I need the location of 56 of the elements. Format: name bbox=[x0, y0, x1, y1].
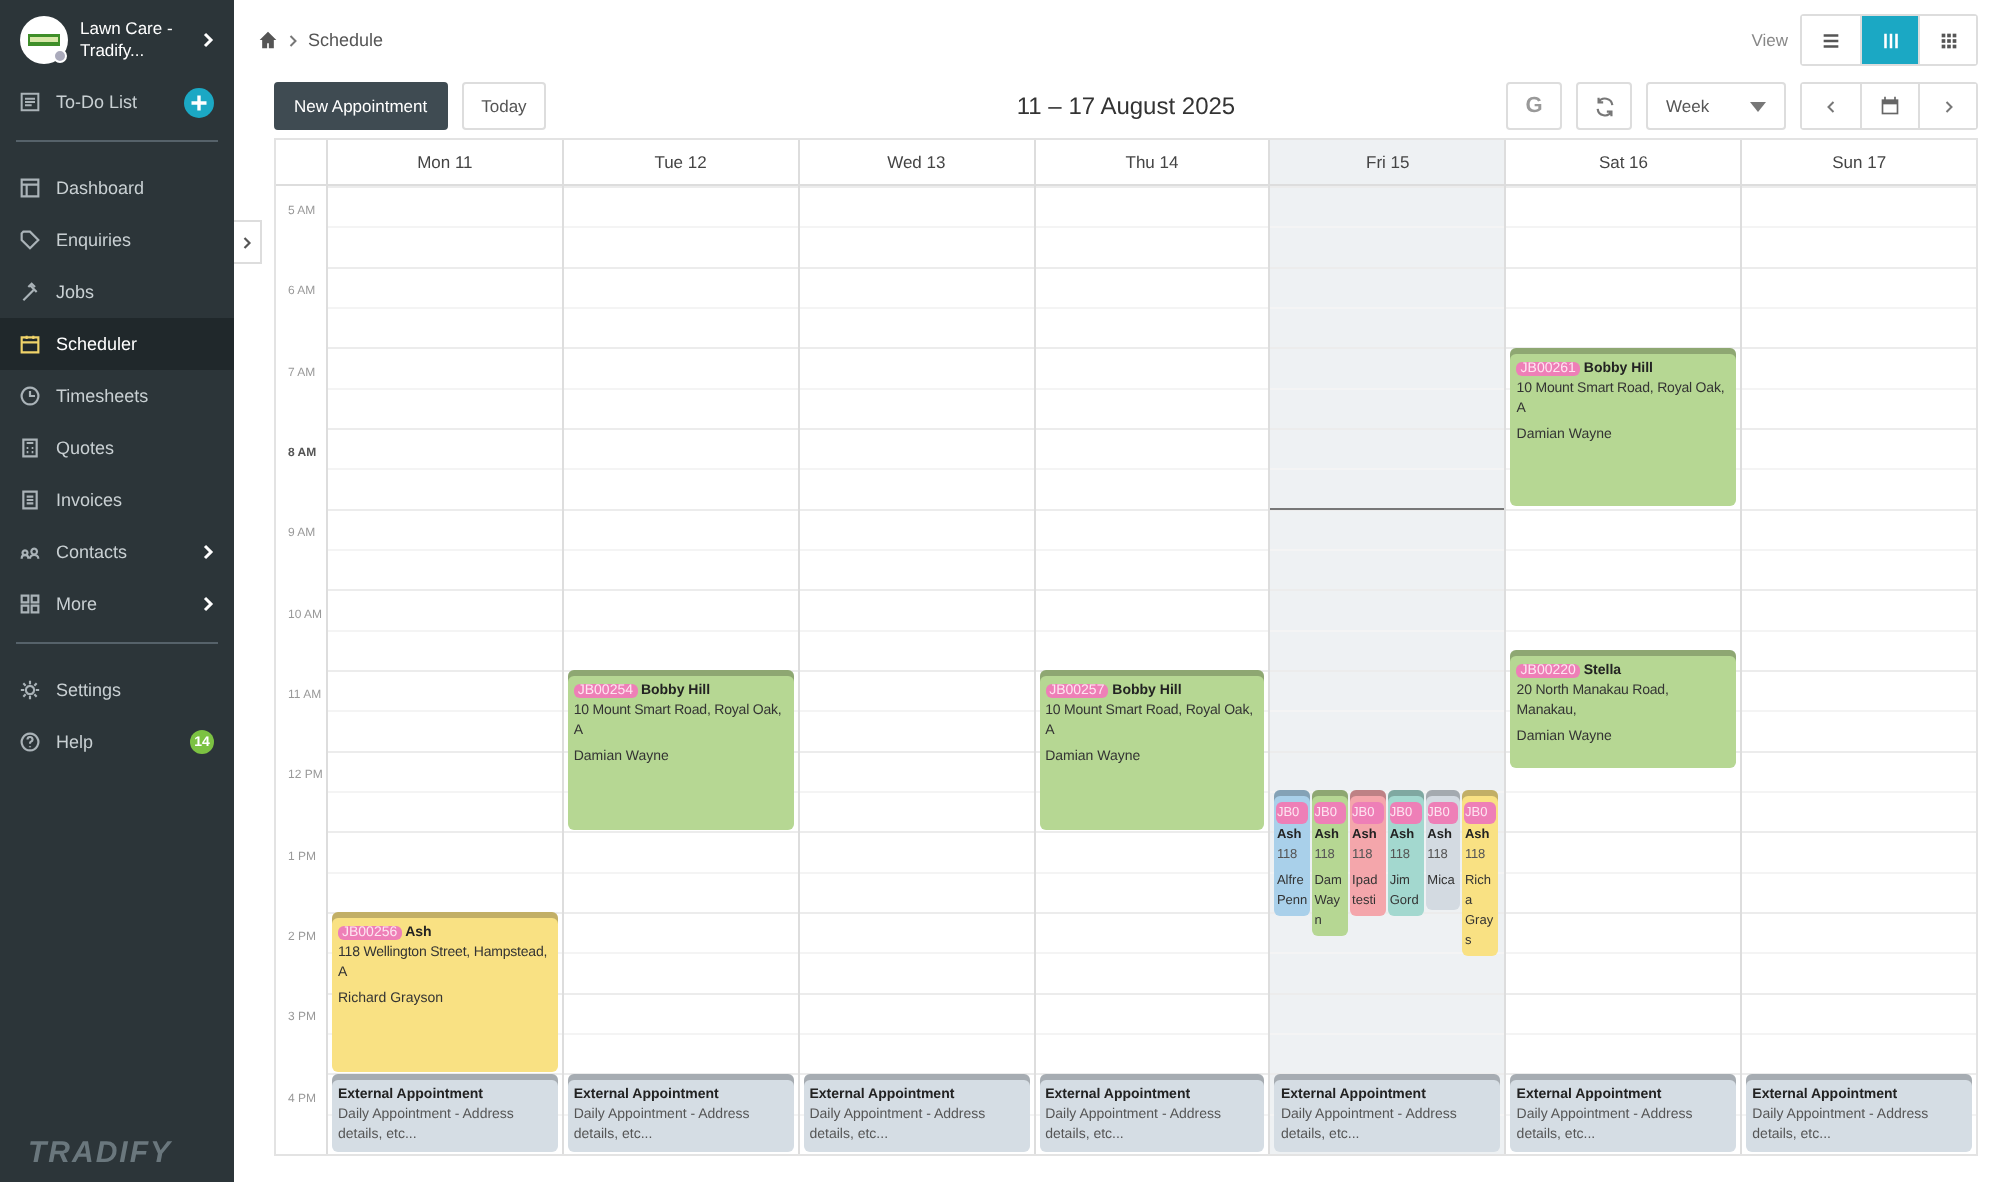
calendar-icon bbox=[1880, 96, 1900, 116]
app-logo: TRADIFY bbox=[26, 1136, 174, 1174]
checklist-icon bbox=[20, 92, 40, 112]
nav-item[interactable]: Timesheets bbox=[0, 370, 234, 422]
breadcrumb-current: Schedule bbox=[308, 30, 384, 50]
people-icon bbox=[20, 542, 40, 562]
account-name[interactable]: Lawn Care - Tradify... bbox=[80, 18, 190, 62]
chevron-right-icon bbox=[242, 235, 252, 249]
nav-item[interactable]: Enquiries bbox=[0, 214, 234, 266]
chevron-right-icon bbox=[202, 544, 214, 560]
today-button[interactable]: Today bbox=[461, 82, 547, 130]
chevron-right-icon bbox=[1943, 99, 1953, 113]
nav-item[interactable]: Quotes bbox=[0, 422, 234, 474]
range-dropdown[interactable]: Week bbox=[1646, 82, 1786, 130]
document-icon bbox=[20, 490, 40, 510]
nav-item[interactable]: Dashboard bbox=[0, 162, 234, 214]
list-icon bbox=[1820, 29, 1842, 51]
dashboard-icon bbox=[20, 178, 40, 198]
day-header: Fri 15 bbox=[1268, 140, 1505, 184]
month-view-button[interactable] bbox=[1918, 16, 1976, 64]
refresh-icon bbox=[1593, 95, 1615, 117]
settings-icon bbox=[20, 680, 40, 700]
nav-item[interactable]: Settings bbox=[0, 664, 234, 716]
todo-list-item[interactable]: To-Do List bbox=[0, 76, 234, 128]
day-header: Tue 12 bbox=[561, 140, 798, 184]
nav-item[interactable]: More bbox=[0, 578, 234, 630]
day-header: Wed 13 bbox=[797, 140, 1034, 184]
nav-item[interactable]: Contacts bbox=[0, 526, 234, 578]
chevron-left-icon bbox=[1826, 99, 1836, 113]
chevron-right-icon bbox=[288, 33, 298, 47]
tag-icon bbox=[20, 230, 40, 250]
clock-icon bbox=[20, 386, 40, 406]
home-icon[interactable] bbox=[258, 30, 278, 50]
add-icon[interactable] bbox=[184, 87, 214, 117]
calculator-icon bbox=[20, 438, 40, 458]
hammer-icon bbox=[20, 282, 40, 302]
day-header: Sat 16 bbox=[1504, 140, 1741, 184]
day-header: Sun 17 bbox=[1740, 140, 1977, 184]
help-icon bbox=[20, 732, 40, 752]
nav-item[interactable]: Invoices bbox=[0, 474, 234, 526]
date-range-title: 11 – 17 August 2025 bbox=[1016, 92, 1236, 120]
expand-panel-button[interactable] bbox=[234, 220, 262, 264]
columns-icon bbox=[1879, 29, 1901, 51]
refresh-button[interactable] bbox=[1576, 82, 1632, 130]
calendar-icon bbox=[20, 334, 40, 354]
company-logo bbox=[20, 16, 68, 64]
nav-item[interactable]: Scheduler bbox=[0, 318, 234, 370]
day-header: Mon 11 bbox=[326, 140, 562, 184]
grid-icon bbox=[1937, 29, 1959, 51]
new-appointment-button[interactable]: New Appointment bbox=[274, 82, 448, 130]
chevron-right-icon[interactable] bbox=[202, 32, 214, 48]
caret-down-icon bbox=[1750, 101, 1766, 111]
grid-icon bbox=[20, 594, 40, 614]
view-label: View bbox=[1751, 30, 1788, 50]
chevron-right-icon bbox=[202, 596, 214, 612]
nav-item[interactable]: Jobs bbox=[0, 266, 234, 318]
